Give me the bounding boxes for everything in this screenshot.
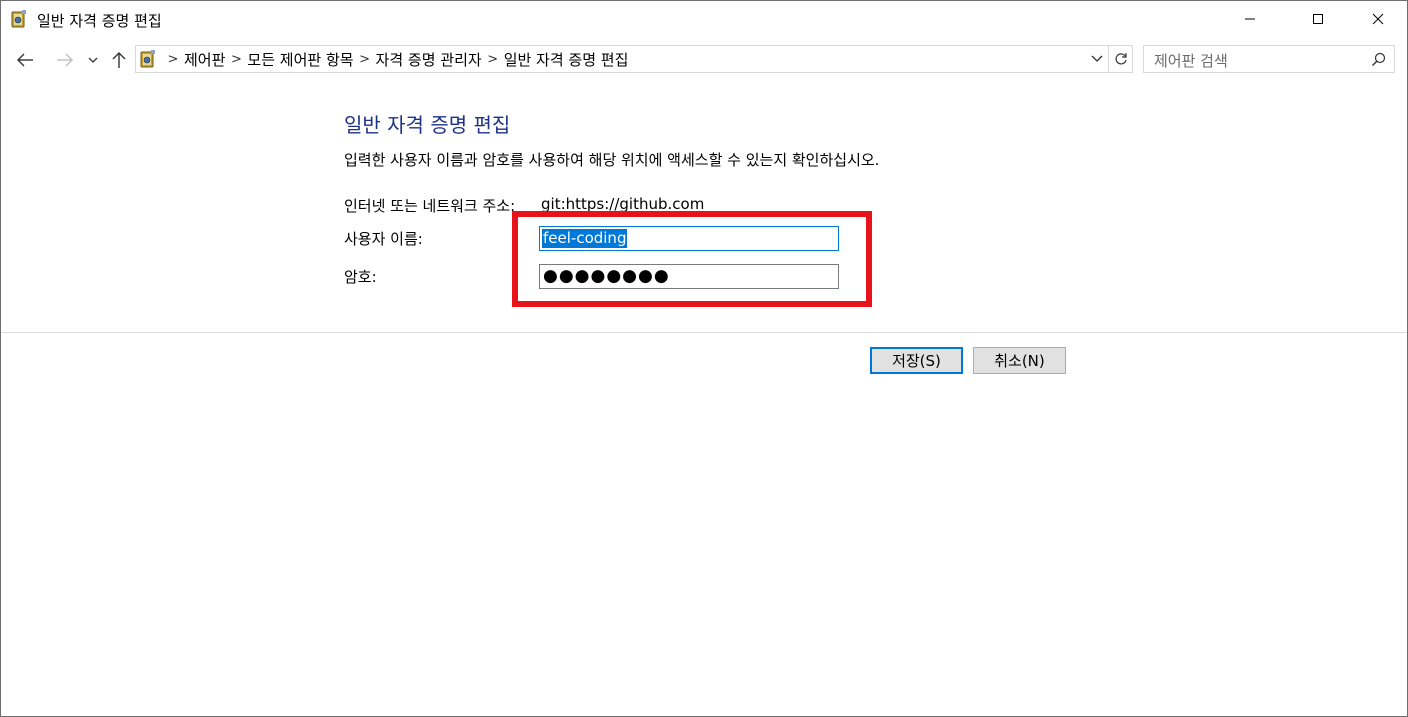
page-heading: 일반 자격 증명 편집 [344, 113, 511, 137]
back-button[interactable] [11, 47, 39, 73]
credential-edit-window: 일반 자격 증명 편집 > 제어판 > 모든 제어판 항목 > 자격 증명 관리… [0, 0, 1408, 717]
close-icon [1372, 13, 1384, 25]
refresh-button[interactable] [1109, 45, 1133, 73]
divider [1, 332, 1407, 333]
page-description: 입력한 사용자 이름과 암호를 사용하여 해당 위치에 액세스할 수 있는지 확… [344, 151, 880, 169]
refresh-icon [1115, 53, 1127, 65]
up-button[interactable] [107, 47, 131, 73]
save-button[interactable]: 저장(S) [870, 347, 963, 374]
window-title: 일반 자격 증명 편집 [37, 12, 162, 30]
search-icon[interactable] [1371, 52, 1386, 71]
control-panel-icon [11, 10, 27, 28]
search-placeholder: 제어판 검색 [1154, 52, 1228, 70]
chevron-right-icon[interactable]: > [356, 52, 374, 67]
password-label: 암호: [344, 268, 377, 286]
highlight-annotation [512, 211, 872, 307]
breadcrumb: > 제어판 > 모든 제어판 항목 > 자격 증명 관리자 > 일반 자격 증명… [164, 46, 630, 72]
breadcrumb-credential-manager[interactable]: 자격 증명 관리자 [374, 49, 484, 70]
close-button[interactable] [1355, 1, 1401, 37]
chevron-right-icon[interactable]: > [227, 52, 245, 67]
minimize-button[interactable] [1227, 1, 1273, 37]
arrow-up-icon [112, 52, 126, 68]
username-label: 사용자 이름: [344, 230, 423, 248]
chevron-right-icon[interactable]: > [164, 52, 182, 67]
recent-locations-button[interactable] [83, 47, 103, 73]
chevron-down-icon [88, 57, 98, 63]
breadcrumb-edit-credential[interactable]: 일반 자격 증명 편집 [502, 49, 631, 70]
forward-button[interactable] [51, 47, 79, 73]
search-input[interactable]: 제어판 검색 [1143, 45, 1395, 73]
address-dropdown-button[interactable] [1086, 46, 1108, 72]
chevron-right-icon[interactable]: > [484, 52, 502, 67]
cancel-button[interactable]: 취소(N) [973, 347, 1066, 374]
maximize-icon [1313, 14, 1323, 24]
control-panel-icon [140, 50, 156, 68]
breadcrumb-all-items[interactable]: 모든 제어판 항목 [245, 49, 355, 70]
minimize-icon [1245, 18, 1255, 20]
breadcrumb-control-panel[interactable]: 제어판 [182, 49, 227, 70]
chevron-down-icon [1091, 55, 1103, 62]
arrow-left-icon [17, 53, 33, 67]
address-label: 인터넷 또는 네트워크 주소: [344, 197, 516, 215]
address-bar[interactable]: > 제어판 > 모든 제어판 항목 > 자격 증명 관리자 > 일반 자격 증명… [135, 45, 1109, 73]
title-bar: 일반 자격 증명 편집 [1, 1, 1407, 37]
arrow-right-icon [57, 53, 73, 67]
navigation-bar: > 제어판 > 모든 제어판 항목 > 자격 증명 관리자 > 일반 자격 증명… [1, 37, 1407, 83]
maximize-button[interactable] [1295, 1, 1341, 37]
